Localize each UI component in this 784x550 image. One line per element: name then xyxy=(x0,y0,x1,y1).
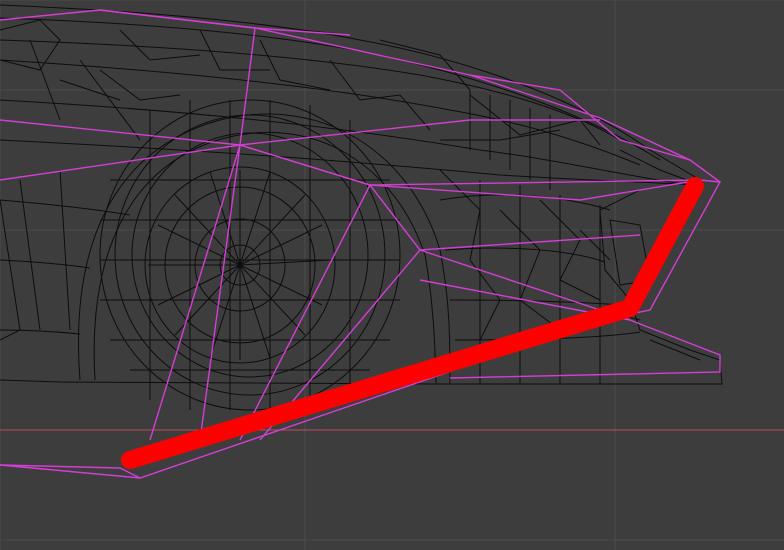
wheel-wireframe-icon[interactable] xyxy=(99,99,401,411)
3d-viewport[interactable] xyxy=(0,0,784,550)
cage-wireframe[interactable] xyxy=(0,9,722,479)
